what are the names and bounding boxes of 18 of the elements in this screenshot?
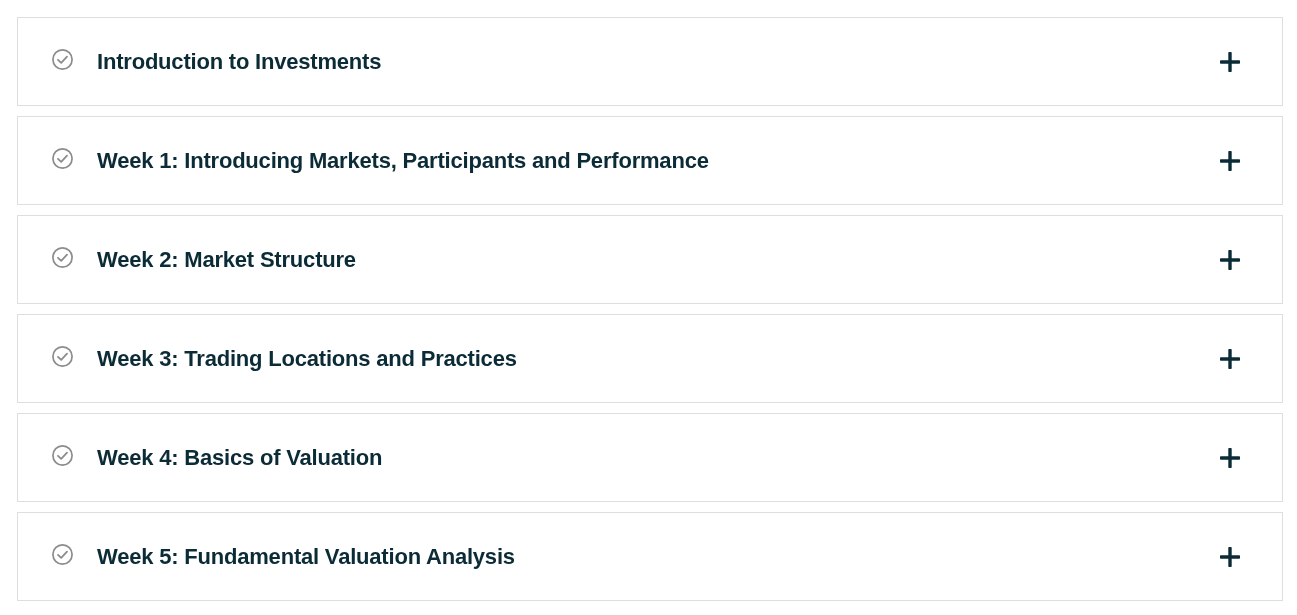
plus-icon — [1220, 348, 1240, 369]
accordion-header-button[interactable]: Week 4: Basics of Valuation — [17, 413, 1283, 502]
check-circle-icon — [52, 48, 73, 70]
check-circle-icon — [52, 246, 73, 268]
check-circle-icon — [52, 444, 73, 466]
accordion-header-button[interactable]: Week 1: Introducing Markets, Participants and Performance — [17, 116, 1283, 205]
accordion-header-button[interactable]: Week 3: Trading Locations and Practices — [17, 314, 1283, 403]
check-circle-icon — [52, 543, 73, 565]
accordion-header-button[interactable]: Introduction to Investments — [17, 17, 1283, 106]
plus-icon — [1220, 51, 1240, 72]
plus-icon — [1220, 447, 1240, 468]
check-circle-icon — [52, 345, 73, 367]
check-circle-icon — [52, 147, 73, 169]
accordion-header-button[interactable]: Week 2: Market Structure — [17, 215, 1283, 304]
accordion-header-button[interactable]: Week 5: Fundamental Valuation Analysis — [17, 512, 1283, 601]
plus-icon — [1220, 546, 1240, 567]
plus-icon — [1220, 249, 1240, 270]
plus-icon — [1220, 150, 1240, 171]
